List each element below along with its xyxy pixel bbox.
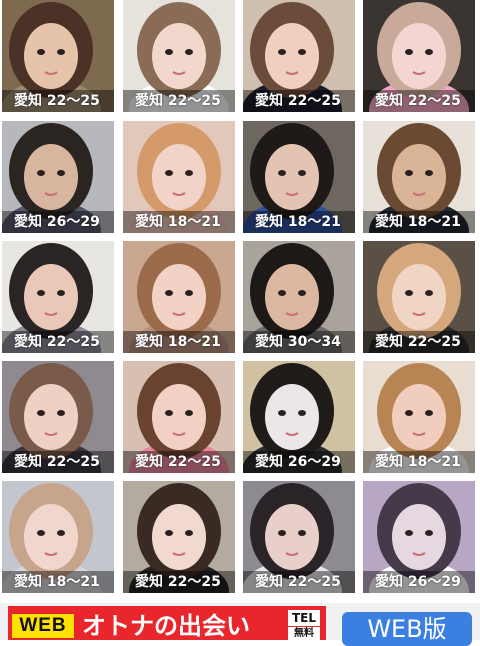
profile-label: 愛知 18〜21 <box>123 211 235 233</box>
profile-tile[interactable]: 愛知 18〜21 <box>123 121 235 233</box>
profile-label: 愛知 26〜29 <box>2 211 114 233</box>
profile-tile[interactable]: 愛知 30〜34 <box>243 241 355 353</box>
profile-tile[interactable]: 愛知 22〜25 <box>363 241 475 353</box>
profile-label: 愛知 18〜21 <box>123 331 235 353</box>
profile-label: 愛知 22〜25 <box>2 90 114 112</box>
profile-tile[interactable]: 愛知 22〜25 <box>2 361 114 473</box>
profile-tile[interactable]: 愛知 22〜25 <box>363 0 475 112</box>
web-version-button[interactable]: WEB版 <box>342 612 472 646</box>
profile-label: 愛知 22〜25 <box>123 451 235 473</box>
profile-label: 愛知 18〜21 <box>363 211 475 233</box>
profile-tile[interactable]: 愛知 22〜25 <box>123 0 235 112</box>
profile-label: 愛知 18〜21 <box>363 451 475 473</box>
profile-tile[interactable]: 愛知 18〜21 <box>243 121 355 233</box>
profile-label: 愛知 22〜25 <box>123 90 235 112</box>
profile-label: 愛知 22〜25 <box>363 90 475 112</box>
profile-label: 愛知 18〜21 <box>2 571 114 593</box>
profile-label: 愛知 26〜29 <box>243 451 355 473</box>
profile-label: 愛知 22〜25 <box>123 571 235 593</box>
profile-label: 愛知 22〜25 <box>2 451 114 473</box>
profile-tile[interactable]: 愛知 18〜21 <box>363 121 475 233</box>
profile-label: 愛知 22〜25 <box>363 331 475 353</box>
profile-tile[interactable]: 愛知 22〜25 <box>2 241 114 353</box>
ad-web-badge: WEB <box>12 614 74 638</box>
profile-tile[interactable]: 愛知 22〜25 <box>123 361 235 473</box>
ad-tel-sub: 無料 <box>288 627 320 640</box>
profile-tile[interactable]: 愛知 22〜25 <box>123 481 235 593</box>
profile-tile[interactable]: 愛知 26〜29 <box>2 121 114 233</box>
profile-label: 愛知 30〜34 <box>243 331 355 353</box>
profile-label: 愛知 26〜29 <box>363 571 475 593</box>
profile-tile[interactable]: 愛知 22〜25 <box>2 0 114 112</box>
profile-tile[interactable]: 愛知 18〜21 <box>123 241 235 353</box>
profile-label: 愛知 22〜25 <box>243 90 355 112</box>
profile-grid: 愛知 22〜25 愛知 22〜25 愛知 22〜25 愛知 22〜25 愛知 26〜29… <box>0 0 480 600</box>
profile-label: 愛知 22〜25 <box>2 331 114 353</box>
profile-tile[interactable]: 愛知 18〜21 <box>2 481 114 593</box>
profile-tile[interactable]: 愛知 22〜25 <box>243 0 355 112</box>
ad-headline: オトナの出会い <box>82 612 250 640</box>
profile-tile[interactable]: 愛知 26〜29 <box>243 361 355 473</box>
ad-tel-badge: TEL <box>288 610 320 626</box>
profile-label: 愛知 22〜25 <box>243 571 355 593</box>
ad-banner[interactable]: WEB オトナの出会い TEL 無料 <box>8 606 326 640</box>
profile-tile[interactable]: 愛知 26〜29 <box>363 481 475 593</box>
profile-label: 愛知 18〜21 <box>243 211 355 233</box>
profile-tile[interactable]: 愛知 18〜21 <box>363 361 475 473</box>
profile-tile[interactable]: 愛知 22〜25 <box>243 481 355 593</box>
